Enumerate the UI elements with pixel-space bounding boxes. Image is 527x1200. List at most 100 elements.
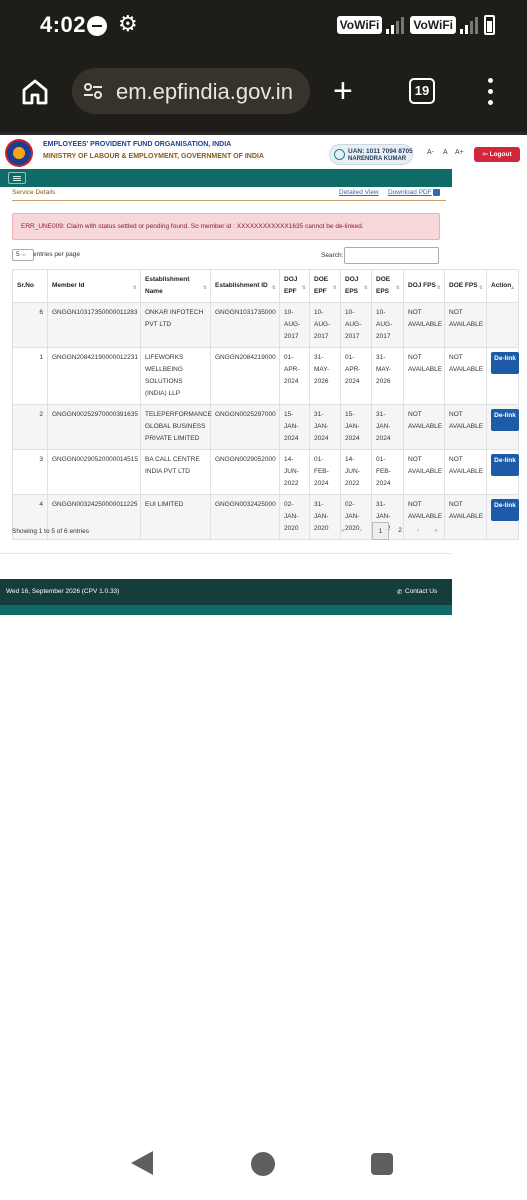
cell-doj-epf: 01-APR-2024	[279, 347, 310, 405]
cell-doj-eps: 14-JUN-2022	[340, 449, 372, 495]
cell-establishment-id: GNGGN0025297000	[210, 404, 280, 450]
error-message: ERR_UNE009: Claim with status settled or…	[21, 223, 364, 230]
last-page-button[interactable]: »	[429, 522, 443, 540]
cell-action: De-link	[486, 449, 519, 495]
hamburger-menu-icon[interactable]	[8, 172, 26, 184]
cell-doe-fps: NOT AVAILABLE	[444, 347, 487, 405]
url-text[interactable]: em.epfindia.gov.in	[116, 79, 308, 105]
cell-doe-eps: 31-MAY-2026	[371, 347, 404, 405]
cell-member-id: GNGGN00252970000391635	[47, 404, 141, 450]
recents-icon[interactable]	[371, 1153, 393, 1175]
cell-doe-epf: 10-AUG-2017	[309, 302, 341, 348]
detailed-view-link[interactable]: Detailed View	[339, 189, 379, 196]
cell-doe-eps: 31-JAN-2024	[371, 404, 404, 450]
entries-per-page-select[interactable]: 5 ⌵	[12, 249, 34, 261]
vowifi-badge: VoWiFi	[410, 16, 456, 34]
download-pdf-link[interactable]: Download PDF	[388, 189, 432, 196]
cell-establishment-name: LIFEWORKS WELLBEING SOLUTIONS (INDIA) LL…	[140, 347, 211, 405]
delink-button[interactable]: De-link	[491, 454, 519, 476]
title-divider	[12, 200, 446, 201]
col-doj-epf[interactable]: DOJ EPF ⇅	[279, 269, 310, 303]
cell-member-id: GNGGN10317350000011283	[47, 302, 141, 348]
col-action[interactable]: Action ▲	[486, 269, 519, 303]
cell-doj-epf: 10-AUG-2017	[279, 302, 310, 348]
delink-button[interactable]: De-link	[491, 352, 519, 374]
status-icons: VoWiFi VoWiFi	[336, 15, 495, 35]
message-icon	[87, 16, 107, 36]
new-tab-icon[interactable]: +	[333, 74, 353, 108]
address-bar[interactable]: em.epfindia.gov.in	[72, 68, 310, 114]
table-row: 1 GNGGN20842190000012231 LIFEWORKS WELLB…	[12, 347, 519, 405]
cell-doe-epf: 31-MAY-2026	[309, 347, 341, 405]
cell-doj-fps: NOT AVAILABLE	[403, 347, 445, 405]
next-page-button[interactable]: ›	[411, 522, 425, 540]
cell-action	[486, 302, 519, 348]
home-button-icon[interactable]	[251, 1152, 275, 1176]
font-increase-button[interactable]: A+	[455, 149, 464, 156]
table-header-row: Sr.No Member Id ⇅ Establishment Name ⇅ Est…	[12, 269, 519, 303]
site-settings-icon[interactable]	[82, 80, 104, 102]
user-badge: UAN: 1011 7094 8705 NARENDRA KUMAR	[329, 144, 413, 165]
page-1-button[interactable]: 1	[372, 522, 389, 540]
cell-action: De-link	[486, 347, 519, 405]
cell-doj-epf: 15-JAN-2024	[279, 404, 310, 450]
font-decrease-button[interactable]: A-	[427, 149, 434, 156]
font-normal-button[interactable]: A	[443, 149, 448, 156]
content-divider	[0, 553, 452, 554]
cell-establishment-name: ONKAR INFOTECH PVT LTD	[140, 302, 211, 348]
delink-button[interactable]: De-link	[491, 499, 519, 521]
col-doe-fps[interactable]: DOE FPS ⇅	[444, 269, 487, 303]
cell-establishment-id: GNGGN2084219000	[210, 347, 280, 405]
col-doe-epf[interactable]: DOE EPF ⇅	[309, 269, 341, 303]
delink-button[interactable]: De-link	[491, 409, 519, 431]
cell-establishment-id: GNGGN0029052000	[210, 449, 280, 495]
browser-toolbar: em.epfindia.gov.in + 19	[0, 52, 527, 132]
back-icon[interactable]	[131, 1151, 153, 1175]
table-row: 3 GNGGN00290520000014515 BA CALL CENTRE …	[12, 449, 519, 495]
cell-doj-fps: NOT AVAILABLE	[403, 302, 445, 348]
entries-label: entries per page	[33, 251, 80, 258]
gear-icon: ⚙	[118, 11, 138, 36]
cell-doj-eps: 15-JAN-2024	[340, 404, 372, 450]
cell-establishment-id: GNGGN1031735000	[210, 302, 280, 348]
contact-us-link[interactable]: Contact Us	[405, 588, 437, 595]
error-alert: ERR_UNE009: Claim with status settled or…	[12, 213, 440, 240]
logout-button[interactable]: ⇦ Logout	[474, 147, 520, 162]
home-icon[interactable]	[20, 77, 50, 107]
col-doj-fps[interactable]: DOJ FPS ⇅	[403, 269, 445, 303]
col-establishment-id[interactable]: Establishment ID ⇅	[210, 269, 280, 303]
tab-switcher-button[interactable]: 19	[409, 78, 435, 104]
prev-page-button[interactable]: ‹	[354, 522, 368, 540]
col-doj-eps[interactable]: DOJ EPS ⇅	[340, 269, 372, 303]
cell-doj-eps: 10-AUG-2017	[340, 302, 372, 348]
cell-doe-fps: NOT AVAILABLE	[444, 494, 487, 540]
first-page-button[interactable]: «	[336, 522, 350, 540]
clock: 4:02	[40, 12, 87, 37]
cell-action: De-link	[486, 494, 519, 540]
status-bar: 4:02 ⚙ VoWiFi VoWiFi	[0, 0, 527, 52]
col-member-id[interactable]: Member Id ⇅	[47, 269, 141, 303]
cell-doe-fps: NOT AVAILABLE	[444, 449, 487, 495]
site-header: EMPLOYEES' PROVIDENT FUND ORGANISATION, …	[0, 132, 527, 172]
uan-number: UAN: 1011 7094 8705	[348, 148, 413, 155]
cell-srno: 6	[12, 302, 48, 348]
cell-establishment-name: BA CALL CENTRE INDIA PVT LTD	[140, 449, 211, 495]
search-label: Search:	[321, 252, 344, 259]
battery-icon	[484, 15, 495, 35]
col-srno[interactable]: Sr.No	[12, 269, 48, 303]
search-input[interactable]	[344, 247, 439, 264]
col-establishment-name[interactable]: Establishment Name ⇅	[140, 269, 211, 303]
cell-srno: 3	[12, 449, 48, 495]
pdf-icon[interactable]	[433, 189, 440, 196]
col-doe-eps[interactable]: DOE EPS ⇅	[371, 269, 404, 303]
overflow-menu-icon[interactable]	[488, 78, 494, 106]
navbar	[0, 169, 452, 187]
cell-doe-epf: 01-FEB-2024	[309, 449, 341, 495]
cell-srno: 2	[12, 404, 48, 450]
table-row: 6 GNGGN10317350000011283 ONKAR INFOTECH …	[12, 302, 519, 348]
epfo-logo	[5, 139, 33, 167]
footer-date: Wed 16, September 2026 (CPV 1.0.33)	[6, 588, 120, 595]
page-2-button[interactable]: 2	[393, 522, 407, 540]
cell-doe-eps: 10-AUG-2017	[371, 302, 404, 348]
page-title: Service Details	[12, 189, 56, 196]
